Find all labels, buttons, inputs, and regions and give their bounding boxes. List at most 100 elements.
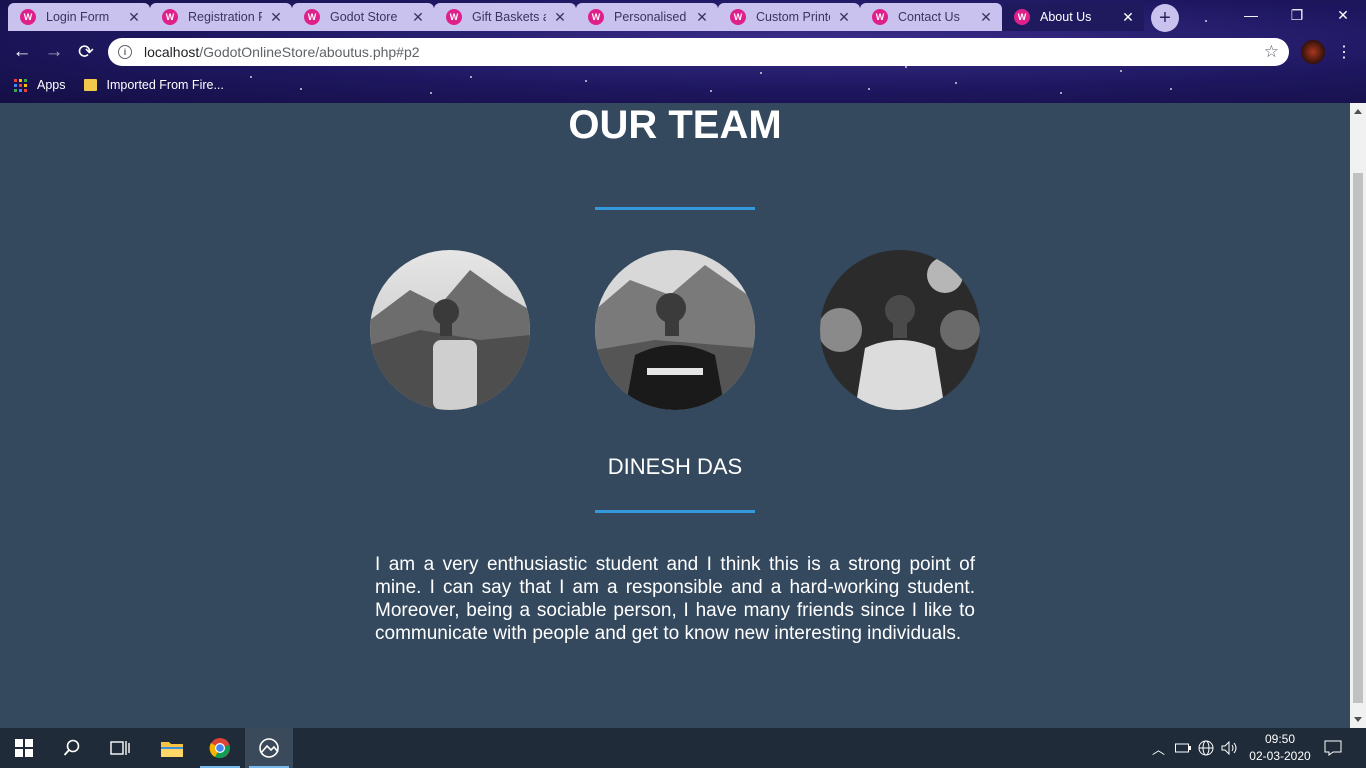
team-members xyxy=(370,250,980,410)
bookmark-label: Imported From Fire... xyxy=(106,78,224,92)
notification-icon xyxy=(1324,740,1342,756)
forward-button[interactable]: → xyxy=(42,40,66,64)
task-view-button[interactable] xyxy=(96,728,144,768)
arrow-left-icon: ← xyxy=(12,41,32,62)
bookmark-imported-folder[interactable]: Imported From Fire... xyxy=(83,78,224,92)
plus-icon: + xyxy=(1159,6,1171,29)
file-explorer-button[interactable] xyxy=(148,728,196,768)
minimize-icon: — xyxy=(1244,7,1258,23)
url-path: /GodotOnlineStore/aboutus.php#p2 xyxy=(199,44,420,60)
site-favicon-icon: W xyxy=(872,9,888,25)
team-member-photo-3[interactable] xyxy=(820,250,980,410)
portrait-image xyxy=(370,250,530,410)
url-text[interactable]: localhost/GodotOnlineStore/aboutus.php#p… xyxy=(144,44,1264,60)
page-title: OUR TEAM xyxy=(568,103,782,147)
tab-title: Contact Us xyxy=(898,10,960,24)
clock-time: 09:50 xyxy=(1264,732,1296,746)
close-icon[interactable]: ✕ xyxy=(1120,9,1136,26)
team-member-photo-2[interactable] xyxy=(595,250,755,410)
site-favicon-icon: W xyxy=(446,9,462,25)
tab-gift-baskets[interactable]: W Gift Baskets an ✕ xyxy=(434,3,576,31)
close-icon[interactable]: ✕ xyxy=(268,9,284,26)
team-member-name: DINESH DAS xyxy=(607,454,743,479)
bookmarks-bar: Apps Imported From Fire... xyxy=(0,70,1366,100)
reload-icon: ⟳ xyxy=(78,41,94,63)
close-icon[interactable]: ✕ xyxy=(978,9,994,26)
show-hidden-icons[interactable]: ︿ xyxy=(1152,728,1165,768)
scrollbar-thumb[interactable] xyxy=(1353,173,1363,703)
new-tab-button[interactable]: + xyxy=(1151,4,1179,32)
battery-indicator[interactable] xyxy=(1175,728,1191,768)
chrome-icon xyxy=(209,738,230,759)
tab-custom-printed[interactable]: W Custom Printe ✕ xyxy=(718,3,860,31)
site-favicon-icon: W xyxy=(1014,9,1030,25)
chevron-up-icon: ︿ xyxy=(1152,741,1166,757)
minimize-button[interactable]: — xyxy=(1228,0,1274,30)
bookmark-apps[interactable]: Apps xyxy=(14,78,66,92)
search-button[interactable] xyxy=(48,728,96,768)
tab-title: Registration Fo xyxy=(188,10,262,24)
page-scrollbar[interactable] xyxy=(1350,103,1366,728)
close-icon[interactable]: ✕ xyxy=(410,9,426,26)
network-indicator[interactable] xyxy=(1198,728,1214,768)
scroll-up-icon[interactable] xyxy=(1354,109,1362,114)
close-icon[interactable]: ✕ xyxy=(552,9,568,26)
name-divider xyxy=(595,510,755,513)
reload-button[interactable]: ⟳ xyxy=(74,40,98,64)
site-favicon-icon: W xyxy=(162,9,178,25)
portrait-image xyxy=(595,250,755,410)
tab-title: Custom Printe xyxy=(756,10,830,24)
site-favicon-icon: W xyxy=(588,9,604,25)
more-vert-icon: ⋮ xyxy=(1336,44,1352,61)
portrait-image xyxy=(820,250,980,410)
bookmark-label: Apps xyxy=(37,78,66,92)
tab-godot-store[interactable]: W Godot Store ✕ xyxy=(292,3,434,31)
action-center-button[interactable] xyxy=(1324,728,1342,768)
about-us-page: OUR TEAM DINESH DAS I am a very enthusia… xyxy=(0,103,1350,728)
folder-icon xyxy=(83,79,97,91)
tab-title: About Us xyxy=(1040,10,1092,24)
photos-icon xyxy=(259,738,279,758)
tab-title: Gift Baskets an xyxy=(472,10,546,24)
browser-toolbar: ← → ⟳ i localhost/GodotOnlineStore/about… xyxy=(0,34,1366,70)
scroll-down-icon[interactable] xyxy=(1354,717,1362,722)
site-favicon-icon: W xyxy=(20,9,36,25)
tab-title: Godot Store xyxy=(330,10,398,24)
restore-icon: ❐ xyxy=(1290,6,1304,23)
search-icon xyxy=(63,739,80,756)
clock-date: 02-03-2020 xyxy=(1249,749,1311,763)
tab-registration-form[interactable]: W Registration Fo ✕ xyxy=(150,3,292,31)
start-button[interactable] xyxy=(0,728,48,768)
tab-about-us[interactable]: W About Us ✕ xyxy=(1002,3,1144,31)
photos-taskbar-button[interactable] xyxy=(245,728,293,768)
address-bar[interactable]: i localhost/GodotOnlineStore/aboutus.php… xyxy=(108,38,1289,66)
back-button[interactable]: ← xyxy=(10,40,34,64)
system-clock[interactable]: 09:50 02-03-2020 xyxy=(1240,731,1320,765)
info-icon[interactable]: i xyxy=(118,45,132,59)
tab-personalised-gifts[interactable]: W Personalised G ✕ xyxy=(576,3,718,31)
title-divider xyxy=(595,207,755,210)
folder-icon xyxy=(161,742,183,757)
team-member-photo-1[interactable] xyxy=(370,250,530,410)
tab-login-form[interactable]: W Login Form ✕ xyxy=(8,3,150,31)
profile-avatar[interactable] xyxy=(1301,40,1325,64)
tab-title: Personalised G xyxy=(614,10,688,24)
volume-indicator[interactable] xyxy=(1221,728,1239,768)
globe-icon xyxy=(1198,740,1214,756)
windows-logo-icon xyxy=(15,739,33,757)
site-favicon-icon: W xyxy=(730,9,746,25)
browser-menu-button[interactable]: ⋮ xyxy=(1336,42,1352,64)
url-host: localhost xyxy=(144,44,200,60)
close-icon[interactable]: ✕ xyxy=(836,9,852,26)
close-icon[interactable]: ✕ xyxy=(126,9,142,26)
close-icon[interactable]: ✕ xyxy=(694,9,710,26)
chrome-taskbar-button[interactable] xyxy=(196,728,244,768)
close-window-button[interactable]: ✕ xyxy=(1320,0,1366,30)
restore-button[interactable]: ❐ xyxy=(1274,0,1320,30)
team-member-bio: I am a very enthusiastic student and I t… xyxy=(375,554,975,644)
speaker-icon xyxy=(1221,741,1237,755)
close-icon: ✕ xyxy=(1337,6,1349,23)
tab-contact-us[interactable]: W Contact Us ✕ xyxy=(860,3,1002,31)
site-favicon-icon: W xyxy=(304,9,320,25)
bookmark-star-icon[interactable]: ☆ xyxy=(1264,42,1279,62)
